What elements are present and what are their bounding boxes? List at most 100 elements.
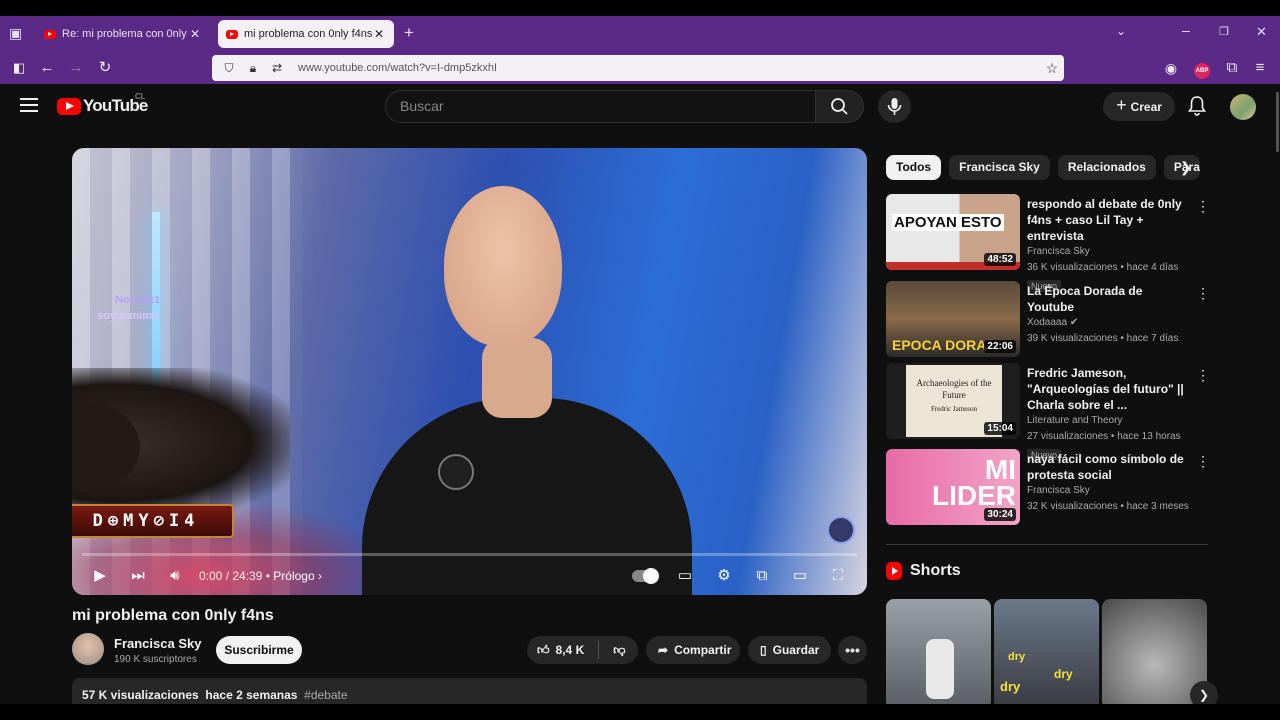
restore-icon[interactable]: ❐ (1219, 25, 1229, 38)
microphone-icon (887, 98, 902, 115)
lapel-mic (438, 454, 474, 490)
tab-list-icon[interactable]: ▣ (9, 25, 22, 42)
chat-user: soyunmimo (97, 310, 159, 322)
more-vertical-icon[interactable]: ⋮ (1196, 285, 1210, 302)
video-info: respondo al debate de 0nly f4ns + caso L… (1027, 196, 1192, 294)
hashtag[interactable]: #debate (304, 688, 347, 702)
extensions-icon[interactable]: ⧉ (1221, 58, 1243, 78)
channel-name[interactable]: Literature and Theory (1027, 413, 1192, 429)
close-tab-icon[interactable]: ✕ (188, 27, 202, 41)
short-text: dry (1054, 667, 1073, 681)
video-thumbnail[interactable]: APOYAN ESTO 48:52 (886, 194, 1020, 270)
bookmark-star-icon[interactable]: ☆ (1040, 60, 1064, 77)
sidebar-toggle-icon[interactable]: ◧ (8, 58, 30, 78)
subscriber-count: 190 K suscriptores (114, 654, 197, 665)
autoplay-toggle-icon[interactable] (630, 566, 660, 586)
forward-arrow-icon[interactable]: → (65, 58, 87, 78)
more-vertical-icon[interactable]: ⋮ (1196, 198, 1210, 215)
recommended-video[interactable]: MI LIDER 30:24 naya fácil como símbolo d… (886, 449, 1210, 527)
address-bar[interactable]: ⛉ 🔒︎ ⇄ www.youtube.com/watch?v=I-dmp5zkx… (212, 55, 1064, 81)
channel-watermark[interactable] (827, 516, 855, 544)
youtube-logo[interactable]: YouTube CL (57, 92, 148, 116)
app-menu-icon[interactable]: ≡ (1249, 58, 1271, 78)
create-button[interactable]: + Crear (1103, 92, 1175, 121)
subtitles-icon[interactable]: ▭ (673, 566, 697, 586)
fullscreen-icon[interactable]: ⛶ (826, 566, 850, 586)
youtube-play-logo-icon (57, 97, 81, 115)
chip-channel[interactable]: Francisca Sky (949, 155, 1050, 180)
recommended-video[interactable]: EPOCA DORA 22:06 La Época Dorada de Yout… (886, 281, 1210, 359)
shield-icon[interactable]: ⛉ (220, 61, 238, 76)
streamer-name-badge: D⊕MY⊘I4 (72, 504, 234, 538)
next-icon[interactable]: ⏭︎ (126, 566, 150, 586)
account-icon[interactable]: ◉ (1160, 58, 1182, 78)
progress-bar[interactable] (82, 553, 857, 556)
chapter-label[interactable]: Prólogo (273, 569, 314, 583)
adblock-icon[interactable]: ABP (1191, 58, 1213, 79)
video-title[interactable]: La Época Dorada de Youtube (1027, 283, 1192, 315)
tab-inactive[interactable]: Re: mi problema con 0nly f4ns @ ✕ (36, 20, 210, 48)
channel-name[interactable]: Francisca Sky (114, 636, 201, 651)
search-input[interactable]: Buscar (385, 90, 816, 123)
short-video[interactable] (886, 599, 991, 709)
permissions-icon[interactable]: ⇄ (268, 61, 286, 75)
page-scrollbar[interactable] (1276, 92, 1279, 152)
video-thumbnail[interactable]: MI LIDER 30:24 (886, 449, 1020, 525)
dislike-icon[interactable]: 👎︎ (613, 643, 625, 658)
video-title[interactable]: naya fácil como símbolo de protesta soci… (1027, 451, 1192, 483)
bookmark-icon: ▯ (760, 643, 767, 657)
channel-name[interactable]: Francisca Sky (1027, 244, 1192, 260)
share-button[interactable]: ➦ Compartir (646, 636, 740, 664)
race-car (926, 639, 954, 699)
voice-search-button[interactable] (878, 90, 911, 123)
video-player[interactable]: Noxxxx1 soyunmimo D⊕MY⊘I4 ▶ ⏭︎ 🔊︎ 0:00 /… (72, 148, 867, 595)
short-video[interactable]: dry dry dry (994, 599, 1099, 709)
minimize-icon[interactable]: – (1182, 22, 1190, 38)
notifications-bell-icon[interactable] (1187, 95, 1207, 117)
duration: 15:04 (984, 422, 1016, 435)
back-arrow-icon[interactable]: ← (36, 58, 58, 78)
new-tab-icon[interactable]: + (404, 23, 414, 43)
channel-name[interactable]: Xodaaaa ✔ (1027, 315, 1192, 331)
duration: 30:24 (984, 508, 1016, 521)
subscribe-button[interactable]: Suscribirme (216, 636, 302, 664)
settings-gear-icon[interactable]: ⚙ (712, 566, 736, 586)
chevron-right-icon[interactable]: ❯ (1180, 159, 1192, 176)
search-icon (831, 98, 848, 115)
video-title[interactable]: respondo al debate de 0nly f4ns + caso L… (1027, 196, 1192, 244)
more-vertical-icon[interactable]: ⋮ (1196, 367, 1210, 384)
video-info: La Época Dorada de Youtube Xodaaaa ✔ 39 … (1027, 283, 1192, 347)
close-tab-icon[interactable]: ✕ (372, 27, 386, 41)
recommended-video[interactable]: APOYAN ESTO 48:52 respondo al debate de … (886, 194, 1210, 292)
chip-related[interactable]: Relacionados (1057, 155, 1156, 180)
like-count[interactable]: 8,4 K (556, 643, 585, 657)
thumb-text: MI LIDER (932, 454, 1016, 511)
more-actions-button[interactable]: ••• (838, 636, 867, 664)
chip-todos[interactable]: Todos (886, 155, 942, 180)
reload-icon[interactable]: ↻ (94, 58, 116, 78)
channel-avatar[interactable] (72, 633, 104, 665)
video-thumbnail[interactable]: EPOCA DORA 22:06 (886, 281, 1020, 357)
video-title[interactable]: Fredric Jameson, "Arqueologías del futur… (1027, 365, 1192, 413)
user-avatar[interactable] (1230, 94, 1256, 120)
more-vertical-icon[interactable]: ⋮ (1196, 453, 1210, 470)
tab-active[interactable]: mi problema con 0nly f4ns - You ✕ (218, 20, 394, 48)
thumb-text: EPOCA DORA (892, 337, 987, 353)
miniplayer-icon[interactable]: ⧉ (750, 566, 774, 586)
play-icon[interactable]: ▶ (88, 566, 112, 586)
url-text[interactable]: www.youtube.com/watch?v=I-dmp5zkxhI (298, 62, 1040, 74)
search-button[interactable] (815, 90, 864, 123)
like-icon[interactable]: 👍︎ (537, 643, 550, 658)
close-window-icon[interactable]: ✕ (1256, 24, 1267, 40)
recommended-video[interactable]: Archaeologies of the Future Fredric Jame… (886, 363, 1210, 461)
tab-overflow-chevron-icon[interactable]: ⌄ (1116, 24, 1126, 38)
video-thumbnail[interactable]: Archaeologies of the Future Fredric Jame… (886, 363, 1020, 439)
lock-icon[interactable]: 🔒︎ (244, 61, 262, 76)
chevron-right-icon[interactable]: › (318, 569, 322, 583)
video-meta: 32 K visualizaciones • hace 3 meses (1027, 501, 1189, 512)
theater-mode-icon[interactable]: ▭ (788, 566, 812, 586)
hamburger-menu-icon[interactable] (20, 98, 38, 112)
save-button[interactable]: ▯ Guardar (748, 636, 831, 664)
channel-name[interactable]: Francisca Sky (1027, 483, 1192, 499)
volume-icon[interactable]: 🔊︎ (163, 566, 187, 586)
